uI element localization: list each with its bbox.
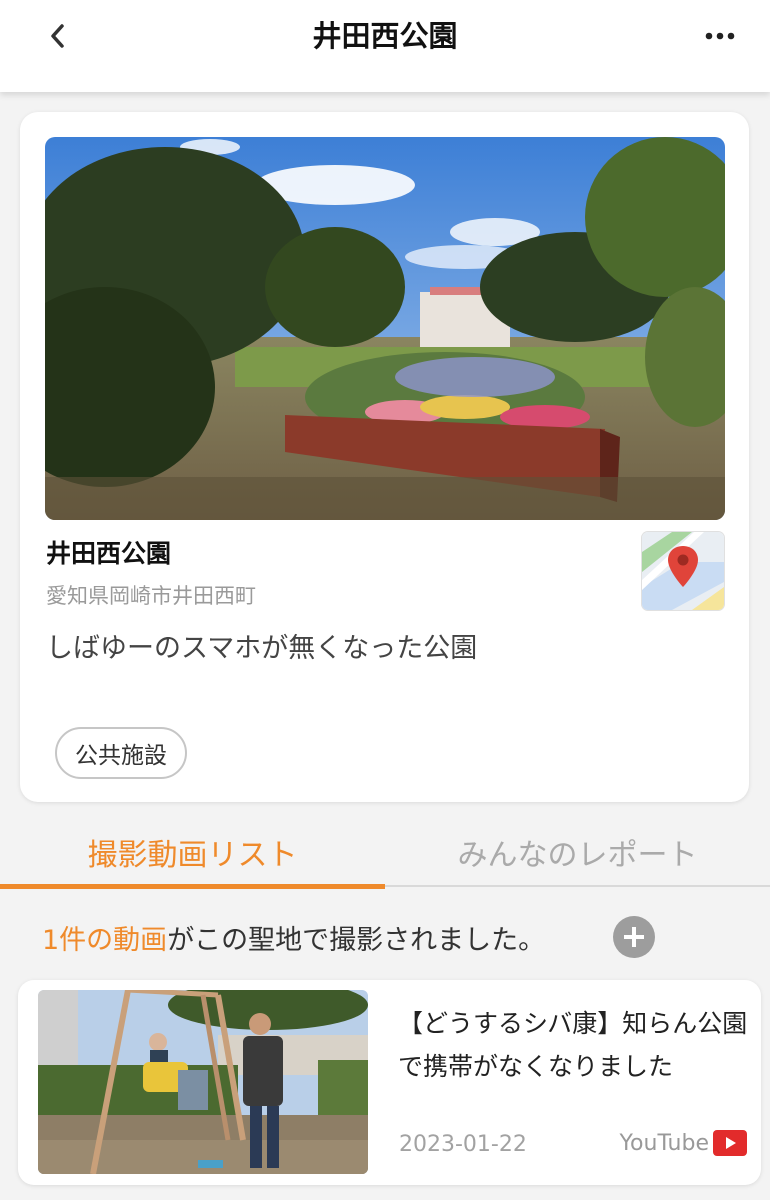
page-title: 井田西公園 (312, 19, 458, 53)
tab-video-list[interactable]: 撮影動画リスト (0, 812, 385, 892)
place-name: 井田西公園 (46, 539, 172, 568)
more-horizontal-icon (705, 32, 735, 40)
video-count-highlight: 1件の動画 (42, 924, 168, 956)
place-description: しばゆーのスマホが無くなった公園 (46, 633, 478, 664)
map-pin-icon (642, 532, 724, 610)
plus-circle-icon (624, 927, 644, 947)
more-options-button[interactable] (700, 18, 740, 54)
video-thumbnail[interactable] (38, 990, 368, 1174)
video-list-item[interactable]: 【どうするシバ康】知らん公園で携帯がなくなりました 2023-01-22 You… (18, 980, 761, 1185)
video-source: YouTube (620, 1130, 747, 1156)
tab-bar: 撮影動画リスト みんなのレポート (0, 812, 770, 892)
top-nav-bar: 井田西公園 (0, 0, 770, 92)
place-address: 愛知県岡崎市井田西町 (46, 584, 256, 608)
video-source-label: YouTube (619, 1130, 709, 1156)
add-video-button[interactable] (613, 916, 655, 958)
place-photo[interactable] (45, 137, 725, 520)
youtube-play-icon (713, 1130, 747, 1156)
open-map-button[interactable] (642, 532, 724, 610)
video-title: 【どうするシバ康】知らん公園で携帯がなくなりました (398, 1009, 748, 1081)
tab-reports[interactable]: みんなのレポート (385, 812, 770, 892)
category-tag[interactable]: 公共施設 (55, 727, 187, 779)
active-tab-indicator (0, 884, 385, 889)
video-date: 2023-01-22 (399, 1132, 527, 1157)
video-count-rest: がこの聖地で撮影されました。 (167, 924, 546, 956)
place-card: 井田西公園 愛知県岡崎市井田西町 しばゆーのスマホが無くなった公園 公共施設 (20, 112, 749, 802)
video-count-text: 1件の動画 がこの聖地で撮影されました。 (42, 912, 545, 962)
